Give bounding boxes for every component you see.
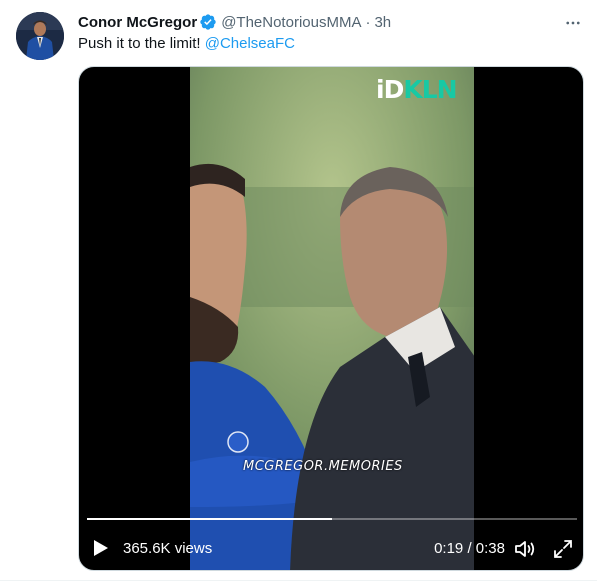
elapsed-time: 0:19 xyxy=(434,540,464,557)
avatar-image xyxy=(16,12,64,60)
tweet-header: Conor McGregor @TheNotoriousMMA · 3h xyxy=(78,12,391,32)
author-name[interactable]: Conor McGregor xyxy=(78,14,197,31)
tweet-body: Push it to the limit! xyxy=(78,35,201,52)
video-frame xyxy=(190,67,474,570)
video-timer: 0:19 / 0:38 xyxy=(434,540,505,557)
brand-logo: iD KLN xyxy=(376,74,458,104)
separator-dot: · xyxy=(365,13,371,31)
progress-fill xyxy=(87,518,332,520)
video-watermark: MCGREGOR.MEMORIES xyxy=(243,459,403,474)
volume-icon[interactable] xyxy=(513,537,537,561)
time-separator: / xyxy=(463,540,476,557)
progress-bar[interactable] xyxy=(87,518,577,520)
fullscreen-icon[interactable] xyxy=(551,537,575,561)
tweet[interactable]: Conor McGregor @TheNotoriousMMA · 3h Pus… xyxy=(0,0,597,581)
brand-logo-left: iD xyxy=(376,74,404,104)
tweet-text: Push it to the limit! @ChelseaFC xyxy=(78,34,295,54)
mention-link[interactable]: @ChelseaFC xyxy=(205,35,295,52)
video-controls: 365.6K views 0:19 / 0:38 xyxy=(79,529,583,569)
play-icon[interactable] xyxy=(93,539,109,557)
brand-logo-right: KLN xyxy=(403,74,457,104)
total-duration: 0:38 xyxy=(475,540,505,557)
video-scene-image xyxy=(190,67,474,570)
avatar[interactable] xyxy=(16,12,64,60)
author-handle[interactable]: @TheNotoriousMMA xyxy=(221,14,361,31)
view-count: 365.6K views xyxy=(123,540,213,557)
tweet-timestamp[interactable]: 3h xyxy=(374,14,391,31)
verified-badge-icon xyxy=(199,13,217,31)
video-player[interactable]: iD KLN MCGREGOR.MEMORIES 365.6K views 0:1… xyxy=(78,66,584,571)
more-options-icon[interactable] xyxy=(562,12,584,34)
